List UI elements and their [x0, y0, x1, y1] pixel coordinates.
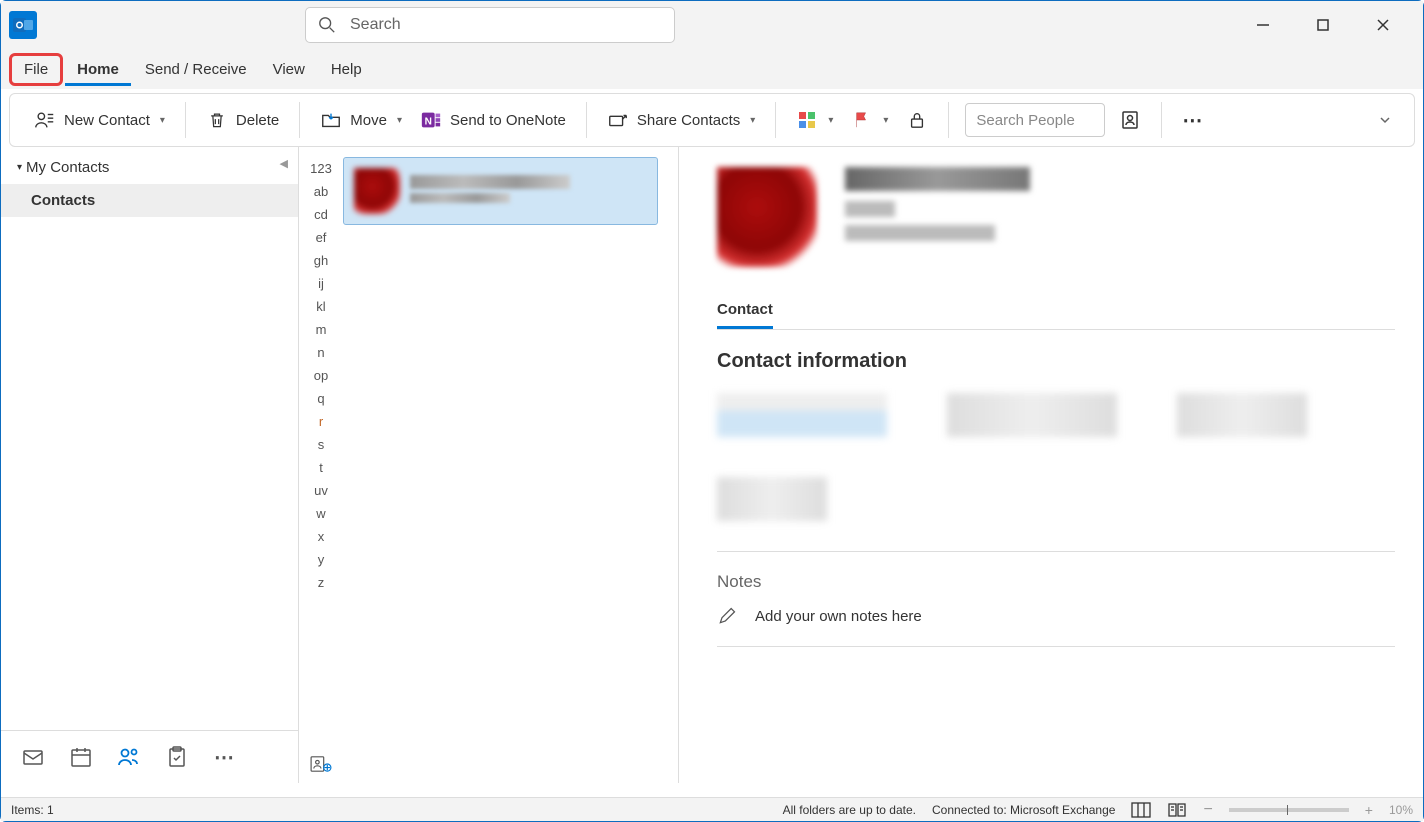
onenote-icon: N — [420, 109, 442, 131]
alpha-ab[interactable]: ab — [314, 184, 328, 199]
search-icon — [318, 16, 336, 34]
alpha-r[interactable]: r — [319, 414, 323, 429]
send-to-onenote-button[interactable]: N Send to OneNote — [416, 105, 570, 135]
tab-file[interactable]: File — [9, 53, 63, 86]
alpha-t[interactable]: t — [319, 460, 323, 475]
outlook-app-icon — [9, 11, 37, 39]
alpha-ef[interactable]: ef — [316, 230, 327, 245]
zoom-in-button[interactable]: + — [1365, 802, 1373, 818]
alpha-index: 123 ab cd ef gh ij kl m n op q r s t uv … — [299, 147, 343, 783]
chevron-down-icon: ▾ — [883, 115, 888, 126]
person-add-icon — [34, 109, 56, 131]
notes-section-title: Notes — [717, 572, 1395, 592]
tab-view[interactable]: View — [261, 53, 317, 86]
alpha-123[interactable]: 123 — [310, 161, 332, 176]
contact-list-item[interactable] — [343, 157, 658, 225]
minimize-button[interactable] — [1251, 13, 1275, 37]
tab-send-receive[interactable]: Send / Receive — [133, 53, 259, 86]
contact-detail-sub2-redacted — [845, 225, 995, 241]
info-field-redacted — [947, 393, 1117, 437]
lock-icon — [906, 109, 928, 131]
contact-name-redacted — [410, 175, 570, 189]
flag-icon — [851, 109, 873, 131]
pencil-icon — [717, 606, 737, 626]
alpha-ij[interactable]: ij — [318, 276, 324, 291]
tasks-module-button[interactable] — [165, 745, 189, 769]
alpha-cd[interactable]: cd — [314, 207, 328, 222]
chevron-down-icon: ▾ — [397, 115, 402, 126]
section-contact-info: Contact information — [717, 350, 1395, 373]
status-folders: All folders are up to date. — [783, 803, 916, 817]
move-button[interactable]: Move ▾ — [316, 105, 406, 135]
calendar-module-button[interactable] — [69, 745, 93, 769]
alpha-kl[interactable]: kl — [316, 299, 325, 314]
people-module-button[interactable] — [117, 745, 141, 769]
address-book-button[interactable] — [1115, 105, 1145, 135]
address-book-icon — [1119, 109, 1141, 131]
svg-text:N: N — [425, 117, 432, 128]
contact-subtitle-redacted — [410, 193, 510, 203]
categories-icon — [796, 109, 818, 131]
nav-collapse-button[interactable]: ◀ — [280, 157, 288, 170]
share-contacts-button[interactable]: Share Contacts ▾ — [603, 105, 759, 135]
contact-avatar — [354, 168, 400, 214]
info-field-redacted — [717, 477, 827, 521]
chevron-down-icon: ▾ — [160, 115, 165, 126]
nav-header-my-contacts[interactable]: ▾ My Contacts — [1, 147, 298, 184]
status-items: Items: 1 — [11, 803, 54, 817]
folder-move-icon — [320, 109, 342, 131]
ribbon-expand-button[interactable] — [1378, 113, 1404, 127]
trash-icon — [206, 109, 228, 131]
alpha-s[interactable]: s — [318, 437, 325, 452]
global-address-list-icon[interactable] — [310, 755, 332, 773]
alpha-w[interactable]: w — [316, 506, 325, 521]
alpha-z[interactable]: z — [318, 575, 325, 590]
maximize-button[interactable] — [1311, 13, 1335, 37]
mail-module-button[interactable] — [21, 745, 45, 769]
global-search-input[interactable]: Search — [305, 7, 675, 43]
more-options-button[interactable]: ⋯ — [1178, 105, 1208, 135]
notes-placeholder-text[interactable]: Add your own notes here — [755, 608, 922, 625]
search-placeholder: Search — [350, 16, 401, 34]
search-people-input[interactable]: Search People — [965, 103, 1105, 137]
contact-detail-avatar — [717, 167, 817, 267]
zoom-level: 10% — [1389, 803, 1413, 817]
zoom-slider[interactable] — [1229, 808, 1349, 812]
nav-item-contacts[interactable]: Contacts — [1, 184, 298, 217]
alpha-q[interactable]: q — [317, 391, 324, 406]
close-button[interactable] — [1371, 13, 1395, 37]
contact-detail-name-redacted — [845, 167, 1030, 191]
chevron-down-icon: ▾ — [750, 115, 755, 126]
follow-up-button[interactable]: ▾ — [847, 105, 892, 135]
tab-home[interactable]: Home — [65, 53, 131, 86]
delete-button[interactable]: Delete — [202, 105, 283, 135]
new-contact-button[interactable]: New Contact ▾ — [30, 105, 169, 135]
more-modules-button[interactable]: ⋯ — [213, 745, 237, 769]
detail-tab-contact[interactable]: Contact — [717, 293, 773, 329]
chevron-down-icon: ▾ — [17, 162, 22, 173]
contact-detail-sub1-redacted — [845, 201, 895, 217]
ellipsis-icon: ⋯ — [1182, 109, 1204, 131]
view-normal-button[interactable] — [1131, 802, 1151, 818]
chevron-down-icon: ▾ — [828, 115, 833, 126]
categorize-button[interactable]: ▾ — [792, 105, 837, 135]
info-field-redacted — [717, 393, 887, 437]
view-reading-button[interactable] — [1167, 802, 1187, 818]
alpha-gh[interactable]: gh — [314, 253, 328, 268]
zoom-out-button[interactable]: − — [1203, 801, 1212, 819]
share-icon — [607, 109, 629, 131]
alpha-op[interactable]: op — [314, 368, 328, 383]
alpha-m[interactable]: m — [316, 322, 327, 337]
tab-help[interactable]: Help — [319, 53, 374, 86]
status-connected: Connected to: Microsoft Exchange — [932, 803, 1115, 817]
alpha-x[interactable]: x — [318, 529, 325, 544]
private-button[interactable] — [902, 105, 932, 135]
alpha-uv[interactable]: uv — [314, 483, 328, 498]
alpha-n[interactable]: n — [317, 345, 324, 360]
info-field-redacted — [1177, 393, 1307, 437]
alpha-y[interactable]: y — [318, 552, 325, 567]
